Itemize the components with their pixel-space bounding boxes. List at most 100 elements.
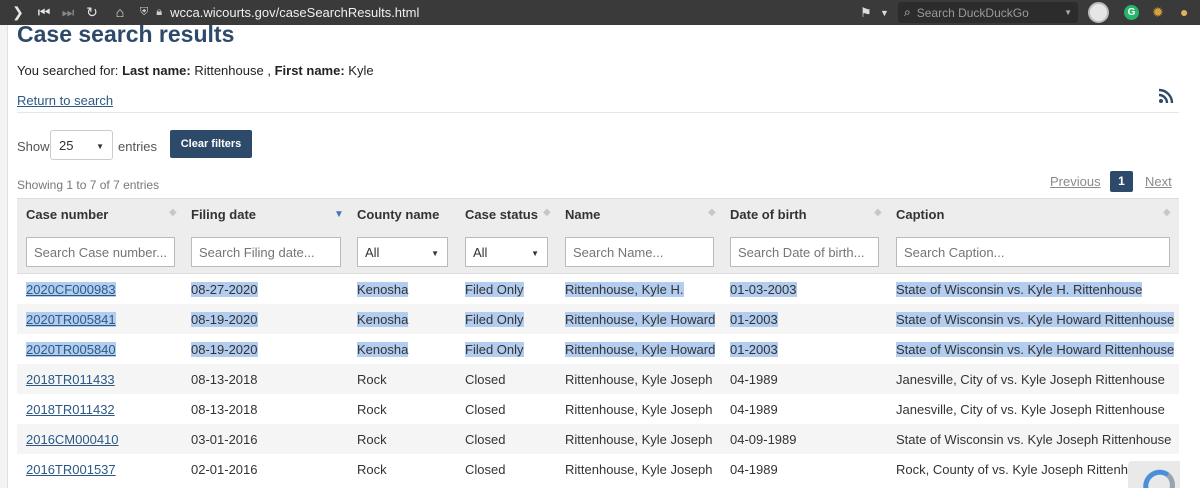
- chevron-down-icon: ▼: [431, 249, 439, 258]
- rss-feed-icon[interactable]: [1158, 88, 1174, 104]
- cell-filed: 08-27-2020: [191, 282, 258, 297]
- summary-separator: ,: [267, 63, 271, 78]
- cell-filed: 08-19-2020: [191, 312, 258, 327]
- cell-status: Filed Only: [465, 342, 524, 357]
- browser-search-placeholder: Search DuckDuckGo: [916, 5, 1029, 20]
- sort-icon[interactable]: ◆: [543, 207, 551, 218]
- cell-status: Closed: [465, 462, 506, 477]
- table-header-row: Case number ◆ Filing date ▼ County name …: [17, 198, 1179, 228]
- return-to-search-link[interactable]: Return to search: [17, 93, 113, 108]
- bookmark-icon[interactable]: ⚑: [860, 0, 872, 25]
- filter-dob-input[interactable]: [730, 237, 879, 267]
- cell-filed: 08-19-2020: [191, 342, 258, 357]
- page-content: Case search results You searched for: La…: [0, 21, 1200, 488]
- filter-filing-date-input[interactable]: [191, 237, 341, 267]
- grammarly-extension-icon[interactable]: G: [1124, 5, 1139, 20]
- cell-county: Kenosha: [357, 312, 409, 327]
- cell-name: Rittenhouse, Kyle H.: [565, 282, 684, 297]
- cell-caption: Rock, County of vs. Kyle Joseph Rittenho…: [896, 462, 1157, 477]
- clear-filters-button[interactable]: Clear filters: [170, 130, 252, 158]
- sort-icon[interactable]: ◆: [874, 207, 882, 218]
- cell-status: Closed: [465, 432, 506, 447]
- sort-icon[interactable]: ◆: [169, 207, 177, 218]
- extension-icon[interactable]: ✹: [1152, 4, 1164, 21]
- cell-dob: 01-2003: [730, 342, 778, 357]
- cell-caption: State of Wisconsin vs. Kyle Joseph Ritte…: [896, 432, 1172, 447]
- cell-status: Filed Only: [465, 282, 524, 297]
- search-engine-dropdown-icon[interactable]: ▼: [1064, 8, 1072, 17]
- last-name-value: Rittenhouse: [194, 63, 264, 78]
- next-page-link[interactable]: Next: [1145, 174, 1172, 189]
- entries-per-page-select[interactable]: 25 ▼: [50, 130, 113, 160]
- table-row: 2020TR005840 08-19-2020 Kenosha Filed Only R…: [17, 334, 1179, 364]
- case-number-link[interactable]: 2020CF000983: [26, 282, 116, 297]
- cell-caption: State of Wisconsin vs. Kyle Howard Ritte…: [896, 342, 1175, 357]
- header-date-of-birth[interactable]: Date of birth: [730, 207, 807, 222]
- header-name[interactable]: Name: [565, 207, 600, 222]
- cell-dob: 04-1989: [730, 462, 778, 477]
- page-1-button[interactable]: 1: [1110, 171, 1133, 192]
- browser-search-input[interactable]: ⌕ Search DuckDuckGo ▼: [898, 2, 1078, 23]
- cell-dob: 04-09-1989: [730, 432, 797, 447]
- search-icon: ⌕: [904, 5, 911, 19]
- previous-page-link[interactable]: Previous: [1050, 174, 1101, 189]
- recaptcha-badge[interactable]: [1128, 461, 1180, 488]
- table-row: 2016CM000410 03-01-2016 Rock Closed Rittenho…: [17, 424, 1179, 454]
- chevron-down-icon: ▼: [531, 249, 539, 258]
- cell-name: Rittenhouse, Kyle Joseph: [565, 432, 713, 447]
- cell-status: Filed Only: [465, 312, 524, 327]
- header-case-number[interactable]: Case number: [26, 207, 108, 222]
- sort-icon[interactable]: ◆: [1163, 207, 1171, 218]
- cell-name: Rittenhouse, Kyle Joseph: [565, 462, 713, 477]
- filter-county-select[interactable]: All ▼: [357, 237, 448, 267]
- filter-case-number-input[interactable]: [26, 237, 175, 267]
- filter-status-select[interactable]: All ▼: [465, 237, 548, 267]
- lock-icon: 🔒︎: [156, 6, 163, 18]
- chevron-down-icon: ▼: [96, 142, 104, 151]
- first-name-label: First name:: [274, 63, 345, 78]
- cell-caption: State of Wisconsin vs. Kyle H. Rittenhou…: [896, 282, 1143, 297]
- header-county-name[interactable]: County name: [357, 207, 439, 222]
- header-case-status[interactable]: Case status: [465, 207, 538, 222]
- table-row: 2020CF000983 08-27-2020 Kenosha Filed Only R…: [17, 274, 1179, 304]
- header-caption[interactable]: Caption: [896, 207, 944, 222]
- cell-name: Rittenhouse, Kyle Joseph: [565, 372, 713, 387]
- cell-filed: 03-01-2016: [191, 432, 258, 447]
- cell-caption: State of Wisconsin vs. Kyle Howard Ritte…: [896, 312, 1175, 327]
- case-number-link[interactable]: 2018TR011433: [26, 372, 115, 387]
- case-number-link[interactable]: 2016TR001537: [26, 462, 116, 477]
- cell-county: Kenosha: [357, 282, 409, 297]
- filter-name-input[interactable]: [565, 237, 714, 267]
- header-filing-date[interactable]: Filing date: [191, 207, 256, 222]
- profile-avatar[interactable]: [1088, 2, 1109, 23]
- cell-name: Rittenhouse, Kyle Howard: [565, 312, 716, 327]
- table-row: 2016TR001537 02-01-2016 Rock Closed Rittenho…: [17, 454, 1179, 484]
- case-number-link[interactable]: 2018TR011432: [26, 402, 115, 417]
- show-label: Show: [17, 139, 50, 154]
- case-number-link[interactable]: 2020TR005841: [26, 312, 116, 327]
- search-summary: You searched for: Last name: Rittenhouse…: [17, 63, 374, 78]
- last-name-label: Last name:: [122, 63, 191, 78]
- table-filter-row: All ▼ All ▼: [17, 228, 1179, 274]
- cell-county: Rock: [357, 402, 387, 417]
- table-row: 2020TR005841 08-19-2020 Kenosha Filed Only R…: [17, 304, 1179, 334]
- cell-filed: 02-01-2016: [191, 462, 258, 477]
- sort-descending-icon[interactable]: ▼: [334, 209, 344, 220]
- cell-county: Kenosha: [357, 342, 409, 357]
- showing-entries-info: Showing 1 to 7 of 7 entries: [17, 178, 160, 192]
- divider: [17, 112, 1179, 113]
- sort-icon[interactable]: ◆: [708, 207, 716, 218]
- entries-label: entries: [118, 139, 158, 154]
- case-number-link[interactable]: 2020TR005840: [26, 342, 116, 357]
- bookmark-dropdown-icon[interactable]: ▼: [880, 0, 889, 25]
- cookie-extension-icon[interactable]: ●: [1180, 4, 1188, 20]
- cell-dob: 04-1989: [730, 372, 778, 387]
- url-text[interactable]: wcca.wicourts.gov/caseSearchResults.html: [170, 5, 419, 20]
- cell-filed: 08-13-2018: [191, 402, 258, 417]
- filter-caption-input[interactable]: [896, 237, 1170, 267]
- shield-icon[interactable]: ⛨: [140, 6, 148, 19]
- address-bar[interactable]: ⛨ 🔒︎ wcca.wicourts.gov/caseSearchResults…: [140, 2, 900, 23]
- entries-per-page-value: 25: [59, 137, 74, 153]
- cell-county: Rock: [357, 372, 387, 387]
- case-number-link[interactable]: 2016CM000410: [26, 432, 119, 447]
